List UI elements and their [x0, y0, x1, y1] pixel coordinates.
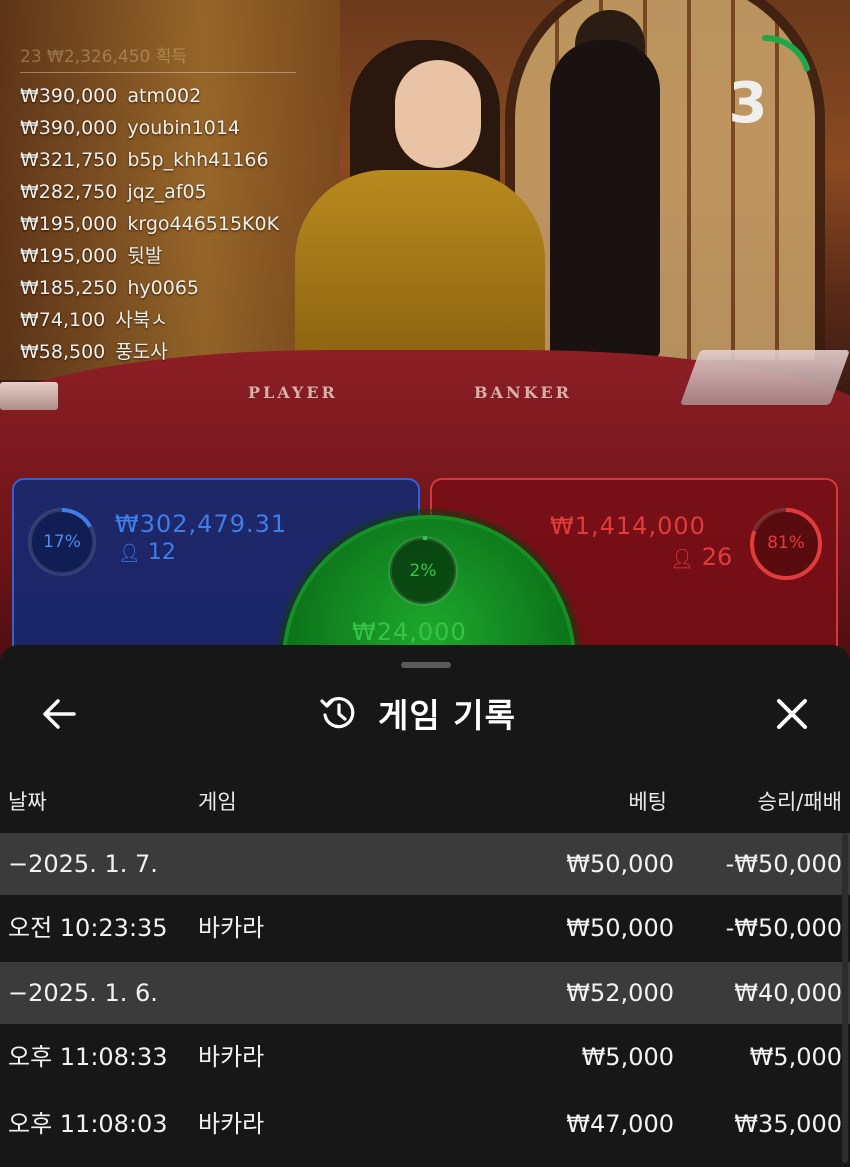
- group-date: −2025. 1. 7.: [8, 850, 158, 878]
- winner-username: atm002: [127, 85, 202, 107]
- winner-amount: ₩195,000: [20, 245, 118, 267]
- winner-amount: ₩390,000: [20, 117, 118, 139]
- record-game: 바카라: [198, 914, 265, 942]
- card-shoe: [679, 350, 850, 405]
- record-bet: ₩47,000: [566, 1110, 674, 1138]
- tie-bet-amount: ₩24,000: [352, 618, 467, 646]
- record-time: 오후 11:08:33: [8, 1043, 168, 1071]
- record-time: 오후 11:08:03: [8, 1110, 168, 1138]
- dealer-body: [295, 170, 545, 370]
- group-bet-total: ₩50,000: [566, 850, 674, 878]
- card-stack: [0, 382, 58, 410]
- record-time: 오전 10:23:35: [8, 914, 168, 942]
- date-group-row[interactable]: −2025. 1. 6. ₩52,000 ₩40,000: [0, 962, 850, 1024]
- close-icon[interactable]: [770, 692, 814, 736]
- winner-username: hy0065: [127, 277, 199, 299]
- group-bet-total: ₩52,000: [566, 979, 674, 1007]
- game-record-row[interactable]: 오후 11:08:33 바카라 ₩5,000 ₩5,000: [0, 1024, 850, 1091]
- column-header-bet[interactable]: 베팅: [628, 786, 667, 816]
- winner-amount: ₩58,500: [20, 341, 106, 363]
- user-icon: 👤︎: [118, 543, 141, 564]
- winner-username: krgo446515K0K: [127, 213, 280, 235]
- croupier-assistant: [550, 40, 660, 360]
- history-icon: [320, 697, 355, 729]
- winner-item: ₩321,750 b5p_khh41166: [20, 144, 279, 176]
- winner-amount: ₩282,750: [20, 181, 118, 203]
- countdown-value: 3: [728, 71, 768, 136]
- banker-percent: 81%: [767, 533, 805, 553]
- winner-item: ₩195,000 krgo446515K0K: [20, 208, 279, 240]
- player-bet-amount: ₩302,479.31: [115, 510, 288, 538]
- date-group-row[interactable]: −2025. 1. 7. ₩50,000 -₩50,000: [0, 833, 850, 895]
- group-date: −2025. 1. 6.: [8, 979, 158, 1007]
- banker-bet-amount: ₩1,414,000: [550, 512, 706, 540]
- winner-username: 풍도사: [115, 341, 168, 363]
- record-bet: ₩5,000: [581, 1043, 674, 1071]
- column-header-game[interactable]: 게임: [198, 786, 237, 816]
- winner-item: ₩282,750 jqz_af05: [20, 176, 279, 208]
- record-win-loss: ₩5,000: [749, 1043, 842, 1071]
- record-win-loss: ₩35,000: [734, 1110, 842, 1138]
- game-record-row[interactable]: 오전 10:23:35 바카라 ₩50,000 -₩50,000: [0, 895, 850, 962]
- column-header-win-loss[interactable]: 승리/패배: [758, 786, 842, 816]
- winner-item: ₩58,500 풍도사: [20, 336, 279, 368]
- winner-amount: ₩390,000: [20, 85, 118, 107]
- column-header-date[interactable]: 날짜: [8, 786, 47, 816]
- winner-username: jqz_af05: [127, 181, 207, 203]
- table-player-label: PLAYER: [248, 383, 338, 402]
- winner-username: 뒷발: [127, 245, 163, 267]
- group-win-loss-total: ₩40,000: [734, 979, 842, 1007]
- winner-amount: ₩185,250: [20, 277, 118, 299]
- winner-username: youbin1014: [127, 117, 241, 139]
- record-bet: ₩50,000: [566, 914, 674, 942]
- record-win-loss: -₩50,000: [725, 914, 842, 942]
- game-record-row[interactable]: 오후 11:08:03 바카라 ₩47,000 ₩35,000: [0, 1091, 850, 1158]
- winner-username: b5p_khh41166: [127, 149, 269, 171]
- table-banker-label: BANKER: [474, 383, 572, 402]
- winner-username: 사북ㅅ: [115, 309, 168, 331]
- player-bettor-count: 👤︎ 12: [118, 540, 176, 565]
- history-scrollbar[interactable]: [842, 833, 848, 1163]
- arrow-left-icon[interactable]: [38, 694, 82, 734]
- record-game: 바카라: [198, 1043, 265, 1071]
- group-win-loss-total: -₩50,000: [725, 850, 842, 878]
- record-game: 바카라: [198, 1110, 265, 1138]
- tie-percent: 2%: [409, 561, 437, 581]
- player-bettor-count-value: 12: [147, 540, 176, 565]
- banker-bettor-count-value: 26: [701, 543, 733, 571]
- winner-item: ₩390,000 youbin1014: [20, 112, 279, 144]
- winner-item: ₩185,250 hy0065: [20, 272, 279, 304]
- sheet-drag-handle[interactable]: [401, 662, 451, 668]
- winners-list: ₩390,000 atm002 ₩390,000 youbin1014 ₩321,750…: [20, 80, 279, 368]
- winners-header: 23 ₩2,326,450 획득: [20, 47, 188, 67]
- banker-bettor-count: 👤︎ 26: [670, 543, 732, 571]
- winner-item: ₩390,000 atm002: [20, 80, 279, 112]
- winner-amount: ₩74,100: [20, 309, 106, 331]
- player-percent: 17%: [43, 532, 81, 552]
- dealer-face: [395, 60, 481, 168]
- history-table: −2025. 1. 7. ₩50,000 -₩50,000 오전 10:23:35 바카…: [0, 833, 850, 1158]
- winners-divider: [20, 72, 296, 73]
- winner-item: ₩195,000 뒷발: [20, 240, 279, 272]
- sheet-title: 게임 기록: [318, 688, 516, 738]
- winner-item: ₩74,100 사북ㅅ: [20, 304, 279, 336]
- user-icon: 👤︎: [670, 548, 695, 570]
- sheet-title-text: 게임 기록: [378, 696, 516, 735]
- winner-amount: ₩195,000: [20, 213, 118, 235]
- winner-amount: ₩321,750: [20, 149, 118, 171]
